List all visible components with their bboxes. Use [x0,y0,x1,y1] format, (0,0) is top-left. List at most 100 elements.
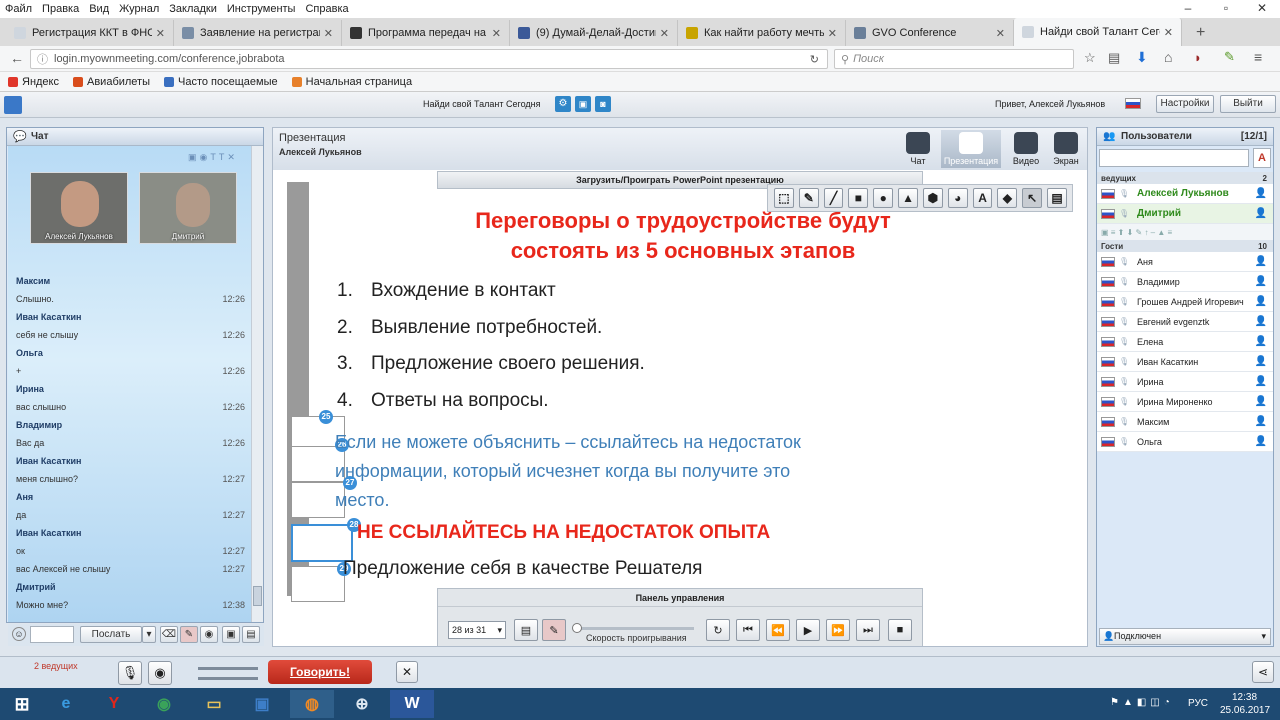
tab-presentation[interactable]: Презентация [941,130,1001,168]
pointer-icon[interactable]: ↖ [1022,188,1043,208]
bookmark-item[interactable]: Яндекс [8,76,59,88]
user-row-guest[interactable]: 🎙 Иван Касаткин 👤 [1097,352,1273,372]
gear-icon[interactable]: ⚙ [555,96,571,112]
bookmark-item[interactable]: Авиабилеты [73,76,150,88]
fullscreen-icon[interactable]: ✕ [396,661,418,683]
menu-item[interactable]: Правка [37,3,84,15]
logout-button[interactable]: Выйти [1220,95,1276,113]
clock-date[interactable]: 25.06.2017 [1220,705,1270,716]
tab-chat[interactable]: Чат [891,130,945,168]
line-icon[interactable]: ╱ [823,188,844,208]
play-icon[interactable]: ▶ [796,619,820,641]
eraser-icon[interactable]: ◆ [997,188,1018,208]
user-row-host[interactable]: 🎙 Дмитрий 👤 [1097,204,1273,224]
slide-thumbnail-current[interactable] [291,524,353,562]
language-flag-icon[interactable] [1125,98,1141,109]
bookmark-star-icon[interactable]: ☆ [1084,50,1096,66]
user-row-guest[interactable]: 🎙 Ирина 👤 [1097,372,1273,392]
search-input[interactable]: ⚲ Поиск [834,49,1074,69]
network-globe-icon[interactable]: ⊕ [340,690,384,718]
chat-message-input[interactable] [30,626,74,643]
microphone-icon[interactable]: 🎙 [118,661,142,685]
eraser-icon[interactable]: ⌫ [160,626,178,643]
url-bar[interactable]: ⓘ login.myownmeeting.com/conference,jobr… [30,49,828,69]
close-tab-icon[interactable]: ✕ [156,27,165,40]
stop-icon[interactable]: ■ [888,619,912,641]
triangle-icon[interactable]: ▲ [898,188,918,208]
rectangle-icon[interactable]: ■ [848,188,869,208]
hexagon-icon[interactable]: ⬢ [922,188,943,208]
last-slide-icon[interactable]: ⏭ [856,619,880,641]
menu-item[interactable]: Справка [300,3,353,15]
addon-icon[interactable]: ✎ [1224,49,1235,65]
download-icon[interactable]: ⬇ [1136,49,1148,66]
font-size-icon[interactable]: A [1253,148,1271,168]
menu-item[interactable]: Файл [0,3,37,15]
menu-item[interactable]: Инструменты [222,3,301,15]
firefox-icon[interactable]: ◍ [290,690,334,718]
close-tab-icon[interactable]: ✕ [660,27,669,40]
language-indicator[interactable]: РУС [1188,698,1208,709]
browser-tab[interactable]: Программа передач на се ✕ [342,20,510,46]
save-icon[interactable]: ▤ [1047,188,1067,208]
close-tab-icon[interactable]: ✕ [492,27,501,40]
bookmark-item[interactable]: Часто посещаемые [164,76,278,88]
close-tab-icon[interactable]: ✕ [324,27,333,40]
close-tab-icon[interactable]: ✕ [996,27,1005,40]
file-explorer-icon[interactable]: ▭ [192,690,236,718]
user-row-host[interactable]: 🎙 Алексей Лукьянов 👤 [1097,184,1273,204]
select-region-icon[interactable]: ⬚ [774,188,794,208]
browser-tab[interactable]: Регистрация ККТ в ФНС ✕ [6,20,174,46]
tab-screen[interactable]: Экран [1039,130,1093,168]
share-icon[interactable]: ⋖ [1252,661,1274,683]
fast-forward-icon[interactable]: ⏩ [826,619,850,641]
host-tools-row[interactable]: ▣ ≡ ⬆ ⬇ ✎ ↑ ‒ ▲ ≡ [1097,224,1273,240]
mic-slider[interactable] [198,677,258,680]
browser-tab[interactable]: Найди свой Талант Сегодня - К ✕ [1014,18,1182,46]
yandex-browser-icon[interactable]: Y [92,690,136,718]
pencil-icon[interactable]: ✎ [798,188,819,208]
eye-icon[interactable]: ◉ [200,626,218,643]
close-tab-icon[interactable]: ✕ [828,27,837,40]
minimize-button[interactable]: – [1170,0,1206,18]
user-row-guest[interactable]: 🎙 Максим 👤 [1097,412,1273,432]
chat-font-tools[interactable]: ▣◉TT✕ [188,152,238,163]
rewind-icon[interactable]: ⏪ [766,619,790,641]
menu-item[interactable]: Вид [84,3,114,15]
user-row-guest[interactable]: 🎙 Елена 👤 [1097,332,1273,352]
pie-icon[interactable]: ◕ [947,188,968,208]
chrome-icon[interactable]: ◉ [142,690,186,718]
text-tool-icon[interactable]: A [972,188,993,208]
browser-tab[interactable]: GVO Conference ✕ [846,20,1014,46]
send-dropdown-icon[interactable]: ▾ [142,626,156,643]
home-icon[interactable]: ⌂ [1164,49,1172,65]
menu-item[interactable]: Закладки [164,3,222,15]
hamburger-menu-icon[interactable]: ≡ [1254,49,1262,65]
scroll-thumb[interactable] [253,586,262,606]
hosts-group-header[interactable]: ведущих 2 [1097,172,1273,184]
webcam-icon[interactable]: ◉ [148,661,172,685]
menu-item[interactable]: Журнал [114,3,164,15]
pen-disabled-icon[interactable]: ✎ [542,619,566,641]
lock-icon[interactable]: ▣ [575,96,591,112]
video-feed-1[interactable]: Алексей Лукьянов [30,172,128,244]
send-button[interactable]: Послать [80,626,142,643]
speed-slider-track[interactable] [574,627,694,630]
first-slide-icon[interactable]: ⏮ [736,619,760,641]
page-select[interactable]: 28 из 31 ▾ [448,621,506,639]
browser-tab[interactable]: Как найти работу мечты за ✕ [678,20,846,46]
maximize-button[interactable]: ▫ [1208,0,1244,18]
pen-disabled-icon[interactable]: ✎ [180,626,198,643]
internet-explorer-icon[interactable]: e [44,690,88,718]
user-row-guest[interactable]: 🎙 Владимир 👤 [1097,272,1273,292]
user-row-guest[interactable]: 🎙 Грошев Андрей Игоревич 👤 [1097,292,1273,312]
lock-icon[interactable]: ▣ [222,626,240,643]
word-icon[interactable]: W [390,690,434,718]
user-row-guest[interactable]: 🎙 Ольга 👤 [1097,432,1273,452]
new-tab-button[interactable]: + [1196,24,1205,42]
slides-list-icon[interactable]: ▤ [514,619,538,641]
smiley-icon[interactable]: ☺ [12,627,26,641]
video-feed-2[interactable]: Дмитрий [139,172,237,244]
start-windows-icon[interactable]: ⊞ [0,690,44,718]
user-row-guest[interactable]: 🎙 Ирина Мироненко 👤 [1097,392,1273,412]
